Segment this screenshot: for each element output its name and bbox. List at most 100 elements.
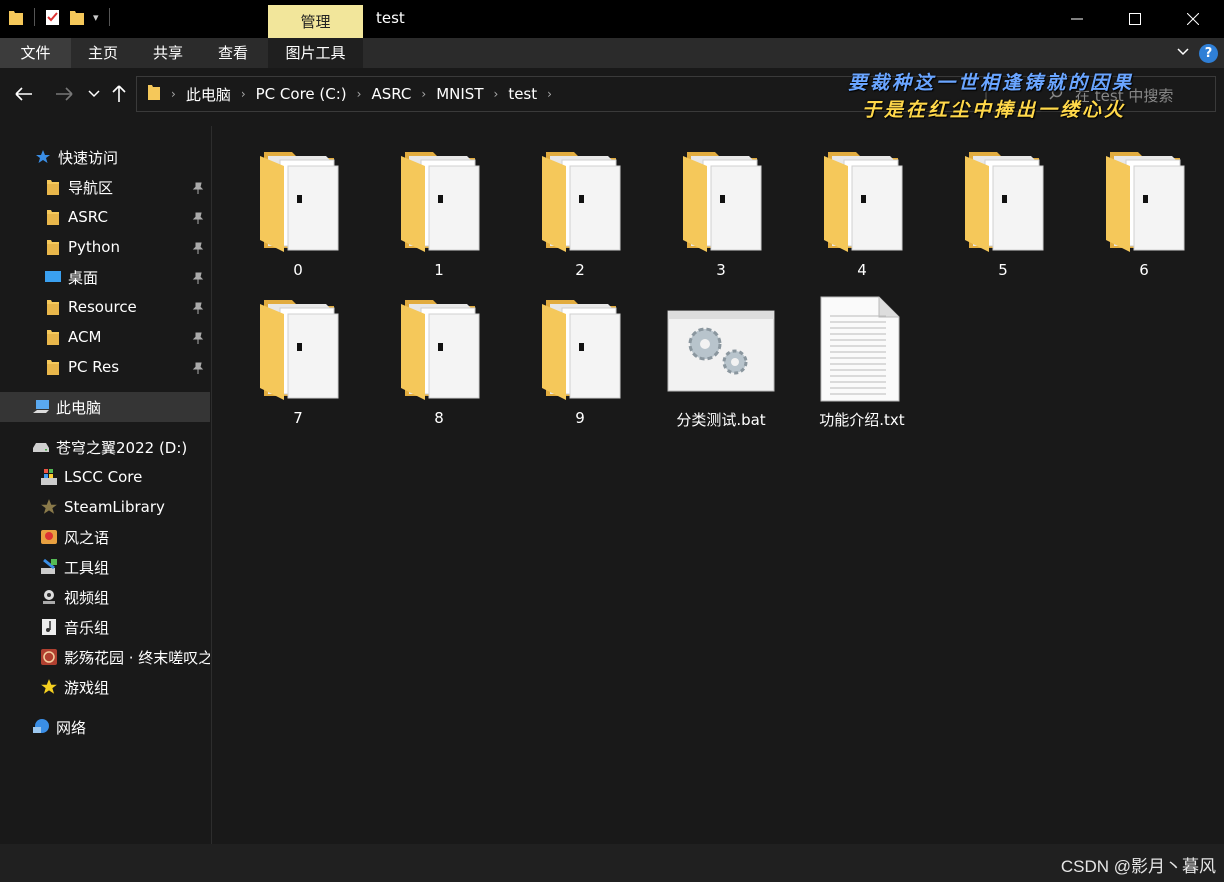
sidebar-item-drive[interactable]: 影殇花园 · 终末嗟叹之 (0, 642, 210, 672)
pin-icon[interactable] (192, 240, 204, 258)
folder-item[interactable]: 0 (238, 134, 358, 279)
recent-locations-button[interactable] (82, 82, 106, 106)
breadcrumb-asrc[interactable]: ASRC (365, 85, 417, 103)
sidebar-item-label: 快速访问 (58, 148, 119, 167)
pin-icon[interactable] (192, 270, 204, 288)
tab-share[interactable]: 共享 (135, 38, 201, 68)
up-button[interactable] (107, 82, 131, 106)
sidebar-item-drive[interactable]: 风之语 (0, 522, 210, 552)
file-name: 3 (716, 261, 726, 279)
sidebar-item-drive[interactable]: LSCC Core (0, 462, 210, 492)
sidebar-item-label: 导航区 (68, 178, 114, 197)
sidebar-item-pinned[interactable]: PC Res (0, 352, 210, 382)
sidebar-item-pinned[interactable]: 导航区 (0, 172, 210, 202)
folder-item[interactable]: 9 (520, 282, 640, 427)
sidebar-item-drive[interactable]: 音乐组 (0, 612, 210, 642)
file-name: 5 (998, 261, 1008, 279)
pin-icon[interactable] (192, 180, 204, 198)
tab-home[interactable]: 主页 (71, 38, 135, 68)
properties-icon[interactable] (45, 8, 61, 26)
folder-item[interactable]: 2 (520, 134, 640, 279)
customize-qat-icon[interactable]: ▾ (93, 11, 99, 24)
file-list: 0 1 2 3 4 5 6 7 8 9 分类测试.bat 功能介绍.txt (213, 126, 1224, 844)
chevron-right-icon[interactable]: › (417, 87, 430, 101)
tab-view[interactable]: 查看 (201, 38, 265, 68)
back-button[interactable] (12, 82, 36, 106)
breadcrumb-c-drive[interactable]: PC Core (C:) (250, 85, 353, 103)
folder-icon (44, 238, 62, 256)
folder-item[interactable]: 8 (379, 282, 499, 427)
chevron-down-icon[interactable] (1176, 44, 1190, 62)
sidebar-item-pinned[interactable]: Resource (0, 292, 210, 322)
context-tab-manage[interactable]: 管理 (268, 5, 363, 38)
breadcrumb-test[interactable]: test (502, 85, 543, 103)
folder-icon (44, 298, 62, 316)
sidebar-item-label: Resource (68, 298, 137, 316)
sidebar-item-drive[interactable]: SteamLibrary (0, 492, 210, 522)
minimize-button[interactable] (1048, 0, 1106, 38)
sidebar-item-label: LSCC Core (64, 468, 143, 486)
pin-icon[interactable] (192, 300, 204, 318)
folder-item[interactable]: 4 (802, 134, 922, 279)
breadcrumb-this-pc[interactable]: 此电脑 (180, 84, 237, 105)
chevron-right-icon[interactable]: › (353, 87, 366, 101)
file-name: 0 (293, 261, 303, 279)
sidebar-item-label: ACM (68, 328, 102, 346)
pin-icon[interactable] (192, 360, 204, 378)
breadcrumb-mnist[interactable]: MNIST (430, 85, 489, 103)
sidebar-item-this-pc[interactable]: 此电脑 (0, 392, 210, 422)
sidebar-item-network[interactable]: 网络 (0, 712, 210, 742)
file-name: 功能介绍.txt (819, 411, 905, 429)
file-name: 分类测试.bat (676, 411, 766, 429)
new-folder-icon[interactable] (69, 8, 85, 26)
chevron-right-icon[interactable]: › (543, 87, 556, 101)
folder-item[interactable]: 6 (1084, 134, 1204, 279)
folder-item[interactable]: 1 (379, 134, 499, 279)
sidebar-item-label: 风之语 (64, 528, 110, 547)
sidebar-item-quick-access[interactable]: 快速访问 (0, 142, 210, 172)
sidebar-item-pinned[interactable]: 桌面 (0, 262, 210, 292)
folder-item[interactable]: 7 (238, 282, 358, 427)
webcam-drive-icon (40, 588, 58, 606)
drive-icon (32, 438, 50, 456)
sidebar-item-label: PC Res (68, 358, 120, 376)
sidebar-item-pinned[interactable]: ACM (0, 322, 210, 352)
overlay-poem: 要裁种这一世相逢铸就的因果 于是在红尘中捧出一缕心火 (848, 68, 1134, 122)
poem-line-1: 要裁种这一世相逢铸就的因果 (848, 72, 1135, 94)
sidebar-item-drive[interactable]: 苍穹之翼2022 (D:) (0, 432, 210, 462)
folder-item[interactable]: 5 (943, 134, 1063, 279)
garden-drive-icon (40, 648, 58, 666)
sidebar-item-pinned[interactable]: ASRC (0, 202, 210, 232)
sidebar-item-drive[interactable]: 游戏组 (0, 672, 210, 702)
file-item[interactable]: 分类测试.bat (661, 282, 781, 429)
close-button[interactable] (1164, 0, 1222, 38)
sidebar-item-drive[interactable]: 视频组 (0, 582, 210, 612)
navigation-pane: 快速访问 导航区 ASRC Python 桌面 Resource ACM PC Res 此电… (0, 126, 212, 844)
windows-drive-icon (40, 468, 58, 486)
folder-icon (44, 178, 62, 196)
maximize-button[interactable] (1106, 0, 1164, 38)
title-bar: ▾ 管理 test (0, 0, 1224, 38)
sidebar-item-label: 视频组 (64, 588, 110, 607)
folder-item[interactable]: 3 (661, 134, 781, 279)
help-icon[interactable]: ? (1199, 44, 1218, 63)
pin-icon[interactable] (192, 210, 204, 228)
file-name: 8 (434, 409, 444, 427)
pin-icon[interactable] (192, 330, 204, 348)
sidebar-item-label: 音乐组 (64, 618, 110, 637)
file-item[interactable]: 功能介绍.txt (802, 282, 922, 429)
chevron-right-icon[interactable]: › (490, 87, 503, 101)
computer-icon (32, 398, 50, 416)
sidebar-item-label: SteamLibrary (64, 498, 165, 516)
tab-picture-tools[interactable]: 图片工具 (268, 38, 363, 68)
app-drive-icon (40, 528, 58, 546)
ribbon-tabs: 文件 主页 共享 查看 图片工具 ? (0, 38, 1224, 68)
music-drive-icon (40, 618, 58, 636)
forward-button[interactable] (52, 82, 76, 106)
chevron-right-icon[interactable]: › (237, 87, 250, 101)
sidebar-item-pinned[interactable]: Python (0, 232, 210, 262)
sidebar-item-drive[interactable]: 工具组 (0, 552, 210, 582)
tab-file[interactable]: 文件 (0, 38, 71, 68)
folder-icon (147, 83, 161, 105)
chevron-right-icon[interactable]: › (167, 87, 180, 101)
